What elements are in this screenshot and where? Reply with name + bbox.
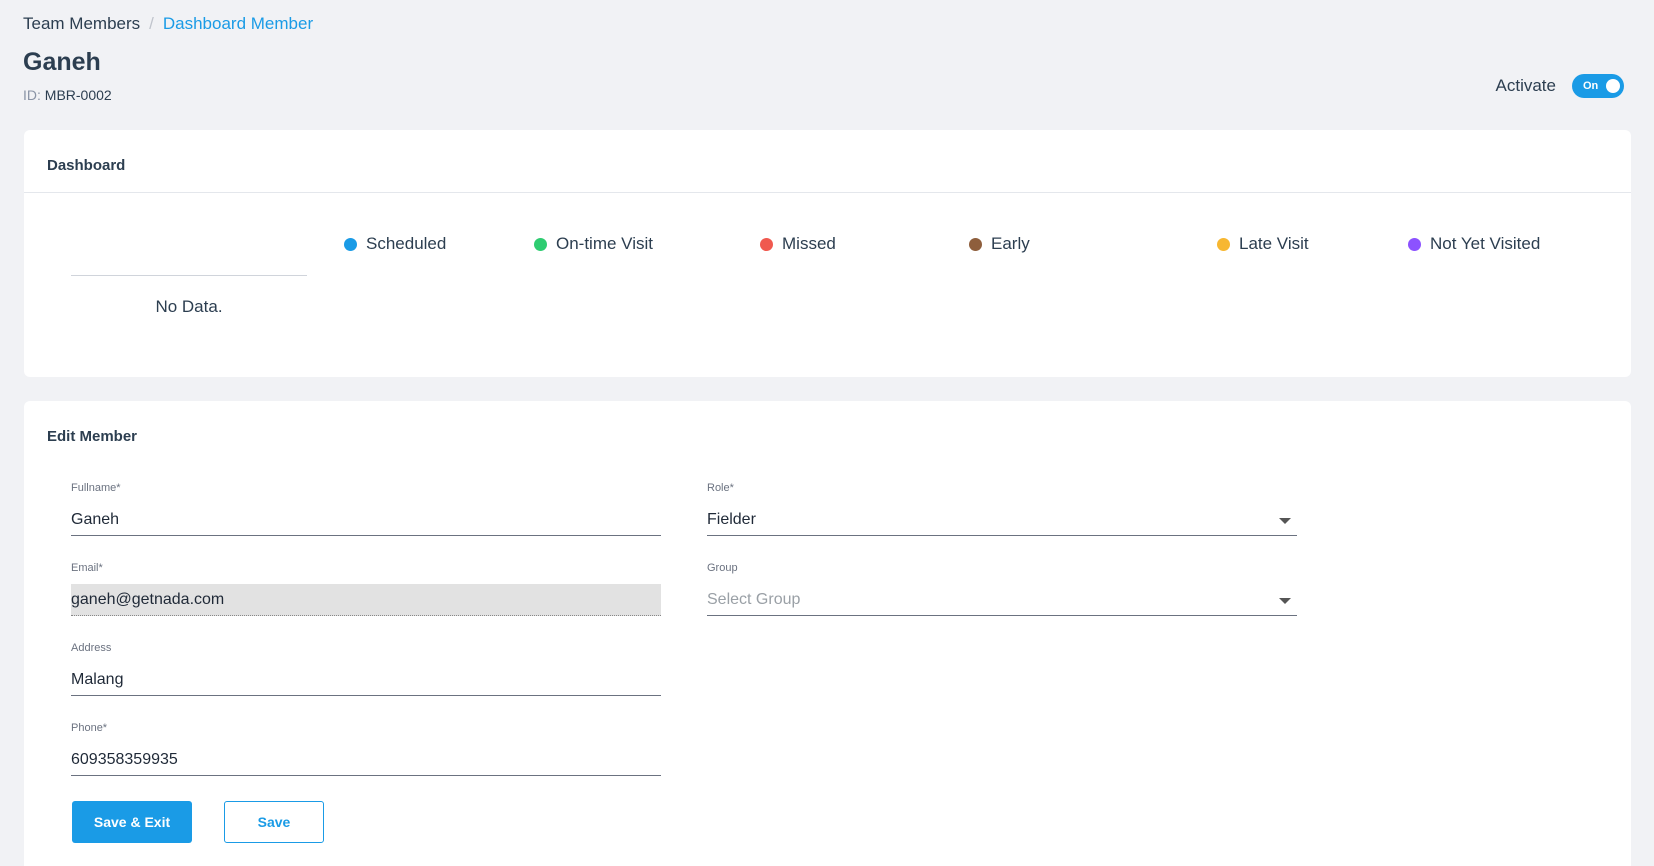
role-label: Role* — [707, 482, 734, 494]
member-id-label: ID: — [23, 87, 41, 103]
legend-label: Missed — [782, 234, 836, 253]
address-field: Address Malang — [71, 642, 661, 696]
chart-area — [71, 275, 307, 276]
save-button[interactable]: Save — [224, 801, 324, 843]
legend-dot-icon — [969, 237, 982, 251]
fullname-field: Fullname* Ganeh — [71, 482, 661, 536]
breadcrumb: Team Members / Dashboard Member — [23, 14, 313, 34]
legend-label: Late Visit — [1239, 234, 1309, 253]
edit-member-title: Edit Member — [47, 428, 138, 445]
legend-item-late-visit: Late Visit — [1217, 234, 1309, 254]
legend-label: On-time Visit — [556, 234, 653, 253]
fullname-label: Fullname* — [71, 482, 121, 494]
legend-dot-icon — [344, 237, 357, 251]
legend-dot-icon — [1408, 237, 1421, 251]
legend-label: Early — [991, 234, 1030, 253]
dashboard-title: Dashboard — [24, 130, 1631, 193]
legend-label: Scheduled — [366, 234, 447, 253]
legend-item-on-time-visit: On-time Visit — [534, 234, 653, 254]
member-id-value: MBR-0002 — [44, 87, 112, 103]
phone-field: Phone* 609358359935 — [71, 722, 661, 776]
toggle-knob — [1606, 79, 1620, 93]
legend-dot-icon — [760, 237, 773, 251]
activate-toggle[interactable]: On — [1572, 74, 1624, 98]
group-placeholder: Select Group — [707, 591, 801, 608]
no-data-message: No Data. — [155, 297, 223, 316]
role-value: Fielder — [707, 511, 756, 528]
dashboard-card: Dashboard No Data. Scheduled On-time Vis… — [24, 130, 1631, 377]
activate-label: Activate — [1495, 76, 1556, 95]
phone-input[interactable]: 609358359935 — [71, 744, 661, 776]
legend-item-early: Early — [969, 234, 1030, 254]
role-field: Role* Fielder — [707, 482, 1297, 536]
group-field: Group Select Group — [707, 562, 1297, 616]
group-label: Group — [707, 562, 738, 574]
address-label: Address — [71, 642, 112, 654]
legend-label: Not Yet Visited — [1430, 234, 1541, 253]
role-select[interactable]: Fielder — [707, 504, 1297, 536]
page-title: Ganeh — [23, 48, 101, 76]
toggle-text: On — [1583, 80, 1599, 92]
fullname-input[interactable]: Ganeh — [71, 504, 661, 536]
legend-item-missed: Missed — [760, 234, 836, 254]
email-field: Email* ganeh@getnada.com — [71, 562, 661, 616]
phone-label: Phone* — [71, 722, 108, 734]
chevron-down-icon — [1279, 598, 1291, 604]
breadcrumb-parent-link[interactable]: Team Members — [23, 14, 140, 34]
legend-dot-icon — [534, 237, 547, 251]
member-id: ID: MBR-0002 — [23, 87, 112, 103]
group-select[interactable]: Select Group — [707, 584, 1297, 616]
activate-control: Activate On — [1496, 74, 1624, 98]
email-label: Email* — [71, 562, 103, 574]
save-exit-button[interactable]: Save & Exit — [72, 801, 192, 843]
breadcrumb-separator: / — [149, 14, 154, 33]
breadcrumb-current: Dashboard Member — [162, 14, 314, 33]
legend-dot-icon — [1217, 237, 1230, 251]
legend-item-not-yet-visited: Not Yet Visited — [1408, 234, 1540, 254]
email-input: ganeh@getnada.com — [71, 584, 661, 616]
legend-item-scheduled: Scheduled — [344, 234, 446, 254]
address-input[interactable]: Malang — [71, 664, 661, 696]
chevron-down-icon — [1279, 518, 1291, 524]
edit-member-card: Edit Member Fullname* Ganeh Email* ganeh… — [24, 401, 1631, 866]
